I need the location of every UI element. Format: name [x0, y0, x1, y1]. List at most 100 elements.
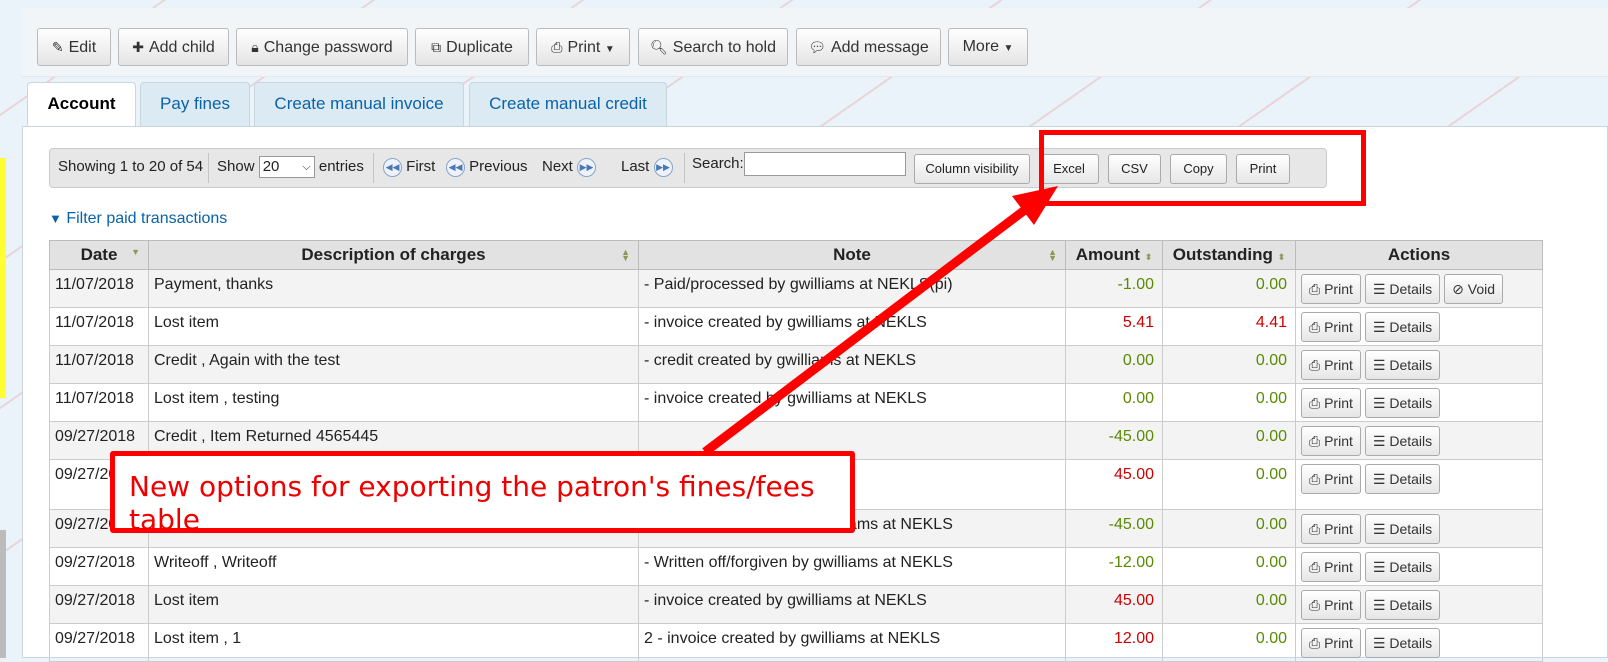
duplicate-button[interactable]: ⧉ Duplicate	[415, 28, 529, 66]
row-print-button[interactable]: ⎙ Print	[1301, 274, 1361, 304]
list-icon: ☰	[1372, 559, 1390, 575]
cell-amount: 0.00	[1065, 383, 1163, 422]
cell-amount: 45.00	[1065, 585, 1163, 624]
previous-page-button[interactable]: ◀◀ Previous	[446, 149, 528, 187]
first-page-button[interactable]: ◀◀ First	[383, 149, 435, 187]
table-row: 11/07/2018 Credit , Again with the test - …	[49, 345, 1543, 384]
cell-outstanding: 0.00	[1162, 269, 1296, 308]
row-print-button[interactable]: ⎙ Print	[1301, 628, 1361, 658]
left-edge-marker	[0, 158, 6, 398]
cell-outstanding: 0.00	[1162, 547, 1296, 586]
column-visibility-button[interactable]: Column visibility	[914, 154, 1030, 184]
cell-note: 2 - invoice created by gwilliams at NEKL…	[638, 623, 1066, 662]
list-icon: ☰	[1372, 597, 1390, 613]
filter-paid-transactions-link[interactable]: ▼ Filter paid transactions	[49, 210, 227, 228]
list-icon: ☰	[1372, 521, 1390, 537]
list-icon: ☰	[1372, 319, 1390, 335]
row-details-button[interactable]: ☰ Details	[1364, 514, 1441, 544]
cell-description: Lost item	[148, 307, 639, 346]
column-header-amount[interactable]: Amount ⬍	[1065, 240, 1163, 270]
sort-desc-icon: ▼	[131, 247, 140, 257]
row-details-button[interactable]: ☰ Details	[1364, 552, 1441, 582]
tab-create-manual-invoice[interactable]: Create manual invoice	[254, 82, 464, 126]
row-details-button[interactable]: ☰ Details	[1364, 274, 1441, 304]
edit-button[interactable]: ✎ Edit	[37, 28, 111, 66]
cell-note: - Written off/forgiven by gwilliams at N…	[638, 547, 1066, 586]
next-page-button[interactable]: Next ▶▶	[542, 149, 597, 187]
table-row: 09/27/2018Writeoff , Writeoff- Written o…	[49, 547, 1543, 586]
sort-icon: ▲ ▼	[621, 247, 630, 263]
column-header-outstanding[interactable]: Outstanding ⬍	[1162, 240, 1296, 270]
row-print-button[interactable]: ⎙ Print	[1301, 514, 1361, 544]
previous-page-icon: ◀◀	[446, 157, 465, 177]
cell-amount: -45.00	[1065, 509, 1163, 548]
row-details-button[interactable]: ☰ Details	[1364, 388, 1441, 418]
page-length-select[interactable]: 20 ⌵	[258, 156, 315, 179]
table-header-row: Date ▼ Description of charges ▲ ▼ Note ▲ ▼ Am…	[49, 240, 1543, 270]
cell-amount: 45.00	[1065, 459, 1163, 510]
row-print-button[interactable]: ⎙ Print	[1301, 388, 1361, 418]
cell-date: 09/27/2018	[49, 585, 149, 624]
change-password-button[interactable]: 🔒︎ Change password	[236, 28, 408, 66]
tab-account[interactable]: Account	[27, 82, 136, 127]
row-details-button[interactable]: ☰ Details	[1364, 350, 1441, 380]
search-to-hold-button[interactable]: 🔍︎ Search to hold	[638, 28, 788, 66]
pencil-icon: ✎	[51, 39, 64, 55]
row-print-button[interactable]: ⎙ Print	[1301, 312, 1361, 342]
cell-actions: ⎙ Print ☰ Details ⊘ Void	[1295, 269, 1543, 308]
table-info: Showing 1 to 20 of 54	[58, 158, 204, 175]
table-row: 11/07/2018 Lost item , testing - invoice c…	[49, 383, 1543, 422]
cell-description: Lost item , 1	[148, 623, 639, 662]
cell-note: - invoice created by gwilliams at NEKLS	[638, 383, 1066, 422]
cell-amount: -1.00	[1065, 269, 1163, 308]
row-details-button[interactable]: ☰ Details	[1364, 426, 1441, 456]
sort-icon: ▲ ▼	[1048, 247, 1057, 263]
left-edge-marker-gray	[0, 530, 6, 658]
search-control: Search:	[692, 146, 906, 184]
row-details-button[interactable]: ☰ Details	[1364, 628, 1441, 658]
row-print-button[interactable]: ⎙ Print	[1301, 464, 1361, 494]
printer-icon: ⎙	[1309, 319, 1325, 335]
add-child-button[interactable]: ✚ Add child	[118, 28, 229, 66]
export-buttons-highlight	[1039, 130, 1366, 206]
cell-actions: ⎙ Print ☰ Details	[1295, 547, 1543, 586]
more-dropdown-button[interactable]: More ▼	[948, 28, 1028, 66]
table-search-input[interactable]	[743, 152, 906, 177]
row-print-button[interactable]: ⎙ Print	[1301, 590, 1361, 620]
last-page-button[interactable]: Last ▶▶	[621, 149, 673, 187]
table-row: 11/07/2018 Lost item - invoice created by …	[49, 307, 1543, 346]
column-header-actions: Actions	[1295, 240, 1543, 270]
cell-actions: ⎙ Print ☰ Details	[1295, 421, 1543, 460]
annotation-callout: New options for exporting the patron's f…	[110, 451, 855, 536]
cell-date: 09/27/2018	[49, 547, 149, 586]
cell-description: Lost item , testing	[148, 383, 639, 422]
tab-pay-fines[interactable]: Pay fines	[140, 82, 250, 126]
add-message-button[interactable]: 💬︎ Add message	[796, 28, 941, 66]
row-print-button[interactable]: ⎙ Print	[1301, 552, 1361, 582]
tab-create-manual-credit[interactable]: Create manual credit	[469, 82, 667, 126]
table-row: 11/07/2018 Payment, thanks - Paid/processe…	[49, 269, 1543, 308]
patron-toolbar: ✎ Edit ✚ Add child 🔒︎ Change password ⧉ Dupl…	[22, 8, 1608, 77]
row-void-button[interactable]: ⊘ Void	[1444, 274, 1504, 304]
row-print-button[interactable]: ⎙ Print	[1301, 350, 1361, 380]
column-header-description[interactable]: Description of charges ▲ ▼	[148, 240, 639, 270]
cell-date: 09/27/2018	[49, 623, 149, 662]
row-print-button[interactable]: ⎙ Print	[1301, 426, 1361, 456]
printer-icon: ⎙	[1309, 597, 1325, 613]
list-icon: ☰	[1372, 635, 1390, 651]
ban-icon: ⊘	[1452, 281, 1468, 297]
column-header-date[interactable]: Date ▼	[49, 240, 149, 270]
copy-icon: ⧉	[431, 39, 442, 55]
table-row: 09/27/2018 Lost item , 12 - invoice creat…	[49, 623, 1543, 662]
cell-amount: 0.00	[1065, 345, 1163, 384]
cell-note: - invoice created by gwilliams at NEKLS	[638, 585, 1066, 624]
row-details-button[interactable]: ☰ Details	[1364, 312, 1441, 342]
plus-icon: ✚	[132, 39, 144, 55]
table-row: 09/27/2018 Lost item - invoice created by …	[49, 585, 1543, 624]
print-dropdown-button[interactable]: ⎙ Print ▼	[536, 28, 630, 66]
row-details-button[interactable]: ☰ Details	[1364, 590, 1441, 620]
row-details-button[interactable]: ☰ Details	[1364, 464, 1441, 494]
search-icon: 🔍︎	[650, 39, 668, 55]
cell-note: - Paid/processed by gwilliams at NEKLS(p…	[638, 269, 1066, 308]
column-header-note[interactable]: Note ▲ ▼	[638, 240, 1066, 270]
